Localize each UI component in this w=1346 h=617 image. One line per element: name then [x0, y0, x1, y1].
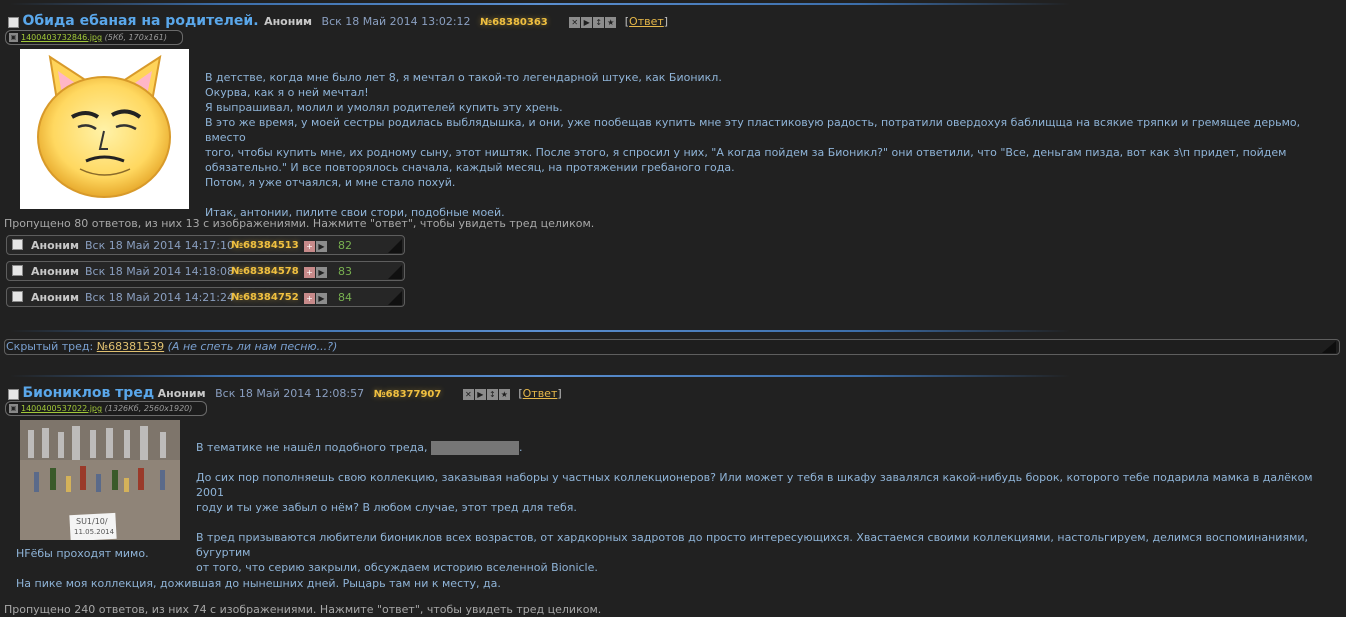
hidden-thread-bar[interactable]: Скрытый тред: №68381539 (А не спеть ли н… [4, 339, 1340, 355]
reply-date: Вск 18 Май 2014 14:21:24 [85, 291, 234, 304]
thread1-message: В детстве, когда мне было лет 8, я мечта… [205, 70, 1325, 220]
thread1-file-meta: (5Кб, 170x161) [104, 33, 167, 42]
thread1-author: Аноним [264, 15, 313, 28]
thread2-author: Аноним [157, 387, 206, 400]
message-line [196, 455, 1336, 470]
favorite-star-icon[interactable]: ★ [605, 16, 617, 28]
reply-date: Вск 18 Май 2014 14:18:08 [85, 265, 234, 278]
message-line: обязательно." И все повторялось сначала,… [205, 161, 735, 174]
cat-face-image [37, 54, 171, 198]
photo-note-line-1: SU1/10/ [76, 517, 108, 526]
reply-checkbox[interactable] [12, 265, 23, 276]
corner-arrow-icon [1322, 341, 1336, 353]
expand-icon[interactable]: ▶ [474, 388, 486, 400]
image-file-icon: ▣ [9, 404, 18, 413]
message-line: В тематике не нашёл подобного треда, . [196, 441, 523, 455]
reply-post-number[interactable]: №68384513 [231, 240, 299, 251]
message-line: того, чтобы купить мне, их родному сыну,… [205, 146, 1287, 159]
thread1-post-number[interactable]: №68380363 [480, 17, 548, 28]
thread2-message-tail: НFёбы проходят мимо. На пике моя коллекц… [16, 546, 1316, 591]
thread2-file-link[interactable]: 1400400537022.jpg [21, 404, 102, 413]
photo-note-line-2: 11.05.2014 [74, 528, 115, 536]
thread-separator [10, 330, 1070, 332]
reply-author: Аноним [31, 291, 79, 304]
corner-arrow-icon [388, 239, 402, 253]
thread1-header: Обида ебаная на родителей. Аноним Вск 18… [8, 13, 668, 29]
message-line [16, 561, 1316, 576]
thread2-file-info: ▣ 1400400537022.jpg (1326Кб, 2560x1920) [5, 401, 207, 416]
thread2-omitted-notice: Пропущено 240 ответов, из них 74 с изобр… [4, 603, 602, 616]
thread1-omitted-notice: Пропущено 80 ответов, из них 13 с изобра… [4, 217, 595, 230]
thread1-thumbnail[interactable] [20, 49, 189, 209]
message-line: НFёбы проходят мимо. [16, 547, 149, 560]
sort-icon[interactable]: ↕ [593, 16, 605, 28]
thread-separator-top [10, 3, 1070, 5]
thread2-date: Вск 18 Май 2014 12:08:57 [215, 387, 365, 400]
reply-author: Аноним [31, 265, 79, 278]
thread2-post-number[interactable]: №68377907 [374, 389, 442, 400]
bionicle-collection-photo: SU1/10/ 11.05.2014 [20, 420, 180, 540]
thread1-checkbox[interactable] [8, 16, 19, 28]
plus-icon[interactable]: + [304, 267, 315, 278]
expand-icon[interactable]: ▶ [581, 16, 593, 28]
expand-icon[interactable]: ▶ [316, 267, 327, 278]
hide-icon[interactable]: ✕ [569, 16, 581, 28]
thread2-checkbox[interactable] [8, 388, 19, 400]
reply-date: Вск 18 Май 2014 14:17:10 [85, 239, 234, 252]
corner-arrow-icon [388, 265, 402, 279]
message-line: На пике моя коллекция, дожившая до нынеш… [16, 577, 501, 590]
message-line [205, 190, 1325, 205]
thread1-file-info: ▣ 1400403732846.jpg (5Кб, 170x161) [5, 30, 183, 45]
message-line: Окурва, как я о ней мечтал! [205, 86, 369, 99]
collapsed-reply[interactable]: Аноним Вск 18 Май 2014 14:18:08 №6838457… [6, 261, 405, 281]
thread1-reply-link[interactable]: [Ответ] [625, 15, 668, 28]
expand-icon[interactable]: ▶ [316, 241, 327, 252]
reply-author: Аноним [31, 239, 79, 252]
sort-icon[interactable]: ↕ [486, 388, 498, 400]
thread2-thumbnail[interactable]: SU1/10/ 11.05.2014 [20, 420, 180, 540]
reply-post-number[interactable]: №68384752 [231, 292, 299, 303]
reply-checkbox[interactable] [12, 291, 23, 302]
thread1-title: Обида ебаная на родителей. [22, 13, 259, 29]
hide-icon[interactable]: ✕ [462, 388, 474, 400]
hidden-thread-comment: (А не спеть ли нам песню...?) [167, 340, 338, 353]
collapsed-reply[interactable]: Аноним Вск 18 Май 2014 14:17:10 №6838451… [6, 235, 405, 255]
message-line: До сих пор пополняешь свою коллекцию, за… [196, 471, 1313, 499]
message-line: Потом, я уже отчаялся, и мне стало похуй… [205, 176, 456, 189]
message-line: Я выпрашивал, молил и умолял родителей к… [205, 101, 563, 114]
thread1-date: Вск 18 Май 2014 13:02:12 [321, 15, 471, 28]
reply-count: 83 [338, 265, 352, 278]
hidden-thread-label: Скрытый тред: [6, 340, 94, 353]
thread2-file-meta: (1326Кб, 2560x1920) [104, 404, 193, 413]
image-file-icon: ▣ [9, 33, 18, 42]
reply-checkbox[interactable] [12, 239, 23, 250]
thread1-file-link[interactable]: 1400403732846.jpg [21, 33, 102, 42]
plus-icon[interactable]: + [304, 293, 315, 304]
thread-separator [10, 375, 1070, 377]
thread2-reply-link[interactable]: [Ответ] [518, 387, 561, 400]
message-line: В детстве, когда мне было лет 8, я мечта… [205, 71, 722, 84]
expand-icon[interactable]: ▶ [316, 293, 327, 304]
plus-icon[interactable]: + [304, 241, 315, 252]
collapsed-reply[interactable]: Аноним Вск 18 Май 2014 14:21:24 №6838475… [6, 287, 405, 307]
thread2-title: Биониклов тред [22, 385, 155, 401]
message-line [196, 515, 1336, 530]
hidden-thread-number[interactable]: №68381539 [97, 340, 164, 353]
favorite-star-icon[interactable]: ★ [498, 388, 510, 400]
message-line: году и ты уже забыл о нём? В любом случа… [196, 501, 577, 514]
reply-count: 84 [338, 291, 352, 304]
corner-arrow-icon [388, 291, 402, 305]
censored-spoiler[interactable] [430, 441, 519, 455]
reply-count: 82 [338, 239, 352, 252]
reply-post-number[interactable]: №68384578 [231, 266, 299, 277]
thread2-header: Биониклов тред Аноним Вск 18 Май 2014 12… [8, 385, 562, 401]
message-line: В это же время, у моей сестры родилась в… [205, 116, 1301, 144]
